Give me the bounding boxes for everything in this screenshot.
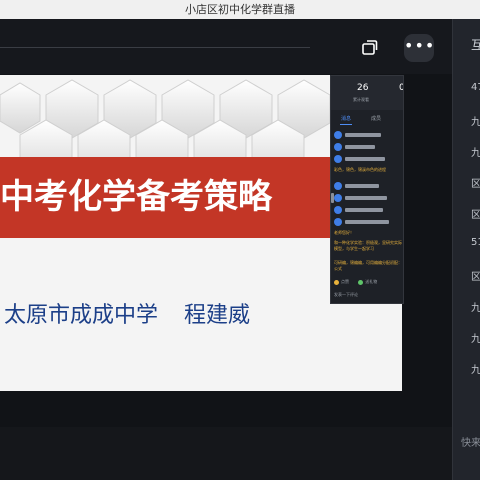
chat-stats: 26 累计观看 0 [331,76,403,110]
avatar [334,182,342,190]
gift-icon [358,279,364,285]
right-sidebar: 互 47 九 九 区 区 51 区 九 九 九 快来 [452,19,480,480]
window-title: 小店区初中化学群直播 [185,3,295,16]
message-text [345,208,383,212]
sidebar-item[interactable]: 九 [471,113,480,128]
chat-tabs: 消息 成员 [331,112,403,126]
avatar [334,206,342,214]
sidebar-item[interactable]: 区 [471,268,480,283]
chat-actions: 点赞 送礼物 [334,279,377,285]
author-school: 太原市成成中学 [4,303,159,328]
sidebar-item[interactable]: 区 [471,175,480,190]
tab-messages[interactable]: 消息 [341,115,351,122]
avatar [334,194,342,202]
chat-message [334,131,403,141]
slide-title-banner: 中考化学备考策略 [0,157,330,238]
avatar [334,131,342,139]
sidebar-item[interactable]: 47 [471,82,480,93]
share-screen-icon [362,40,378,55]
avatar [334,155,342,163]
share-screen-button[interactable] [356,35,382,61]
avatar [334,143,342,151]
chat-message [334,143,403,153]
chat-input[interactable]: 发表一下评论 [334,292,358,298]
message-text [345,196,387,200]
sidebar-item[interactable]: 九 [471,330,480,345]
sidebar-item[interactable]: 九 [471,144,480,159]
live-stream-area: ••• 中考化学备考策略 太原市成成中学 程建威 26 累计观看 消息 成员 彩… [0,19,452,480]
highlight-message: 彩色，锦色，锦溪市色的进程 [334,167,386,172]
message-text [345,157,385,161]
sidebar-title: 互 [471,38,480,52]
chat-overlay[interactable]: 26 累计观看 0 消息 成员 彩色，锦色，锦溪市色的进程 老师您好！ 和一种化… [330,75,404,304]
message-text [345,184,379,188]
second-stat: 0 [399,83,403,93]
gift-button[interactable]: 送礼物 [365,279,377,284]
like-button[interactable]: 点赞 [341,279,349,284]
chat-message [334,194,403,204]
highlight-message: 老师您好！ [334,230,354,235]
message-text [345,145,375,149]
sidebar-input[interactable]: 快来 [461,434,480,449]
sidebar-item[interactable]: 九 [471,299,480,314]
sidebar-item[interactable]: 51 [471,237,480,248]
chat-message [334,182,403,192]
highlight-message: 和一种化学实验：积极观，显研究实际模型，与学生一起学习 [334,240,402,251]
chat-message [334,155,403,165]
slide-author: 太原市成成中学 程建威 [4,297,250,329]
highlight-message: 可研编，锦编编，可用编编分配初配：公式 [334,260,402,271]
viewer-count: 26 [357,83,369,93]
author-name: 程建威 [184,303,251,328]
window-titlebar: 小店区初中化学群直播 [0,0,480,19]
slide-title: 中考化学备考策略 [0,177,272,217]
like-icon [334,279,339,285]
active-tab-indicator [340,124,352,125]
divider [0,47,310,48]
collapse-handle[interactable] [331,193,334,203]
video-bottombar [0,427,452,480]
message-text [345,133,381,137]
chat-message [334,218,403,228]
video-topbar: ••• [0,19,452,74]
chat-message [334,206,403,216]
sidebar-item[interactable]: 区 [471,206,480,221]
more-button[interactable]: ••• [404,34,434,62]
avatar [334,218,342,226]
message-text [345,220,389,224]
more-dots-icon: ••• [404,36,436,55]
sidebar-item[interactable]: 九 [471,361,480,376]
viewer-count-label: 累计观看 [353,97,369,102]
tab-members[interactable]: 成员 [371,115,381,122]
